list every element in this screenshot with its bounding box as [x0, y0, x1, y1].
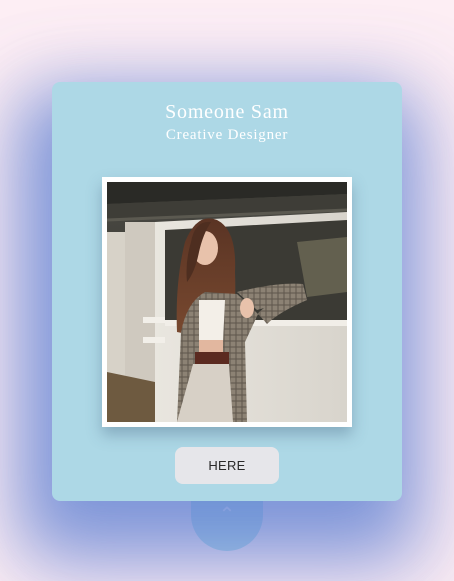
profile-role: Creative Designer — [165, 127, 289, 143]
profile-card: Someone Sam Creative Designer HERE — [52, 82, 402, 501]
chevron-up-icon[interactable]: ⌃ — [191, 504, 263, 524]
profile-photo-frame — [102, 177, 352, 427]
profile-name: Someone Sam — [165, 101, 289, 123]
profile-photo — [107, 182, 347, 422]
profile-card-wrapper: ⌃ Someone Sam Creative Designer HERE — [52, 82, 402, 551]
here-button[interactable]: HERE — [175, 447, 279, 484]
